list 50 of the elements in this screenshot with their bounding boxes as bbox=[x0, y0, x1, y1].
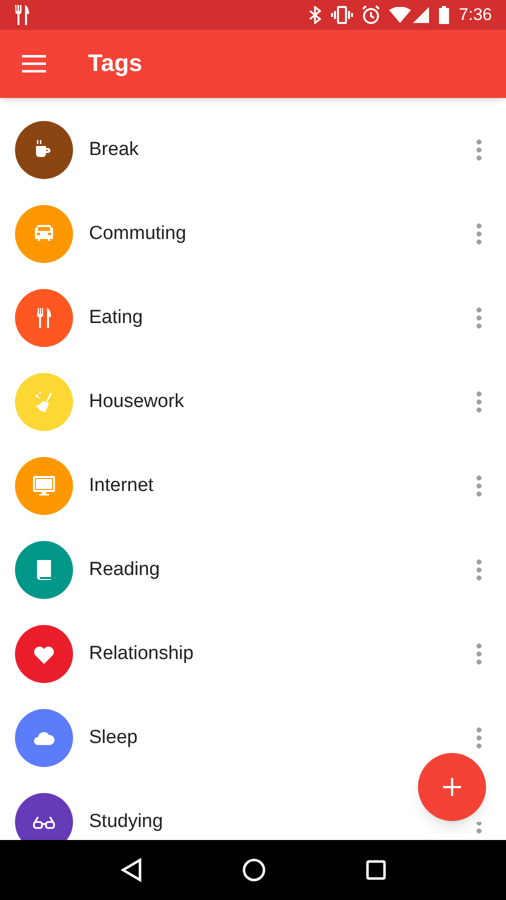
tag-label: Reading bbox=[89, 558, 161, 582]
more-icon bbox=[476, 391, 482, 413]
more-button[interactable] bbox=[474, 390, 484, 414]
menu-icon bbox=[22, 55, 46, 73]
more-button[interactable] bbox=[474, 726, 484, 750]
more-button[interactable] bbox=[474, 558, 484, 582]
battery-icon bbox=[438, 6, 449, 24]
tag-row[interactable]: Housework bbox=[0, 360, 506, 444]
recents-icon bbox=[366, 860, 386, 880]
wifi-icon bbox=[388, 7, 411, 23]
more-button[interactable] bbox=[474, 306, 484, 330]
screen-title: Tags bbox=[88, 49, 142, 79]
tag-label: Eating bbox=[89, 306, 144, 330]
tag-row[interactable]: Reading bbox=[0, 528, 506, 612]
home-icon bbox=[242, 858, 266, 882]
tag-row[interactable]: Eating bbox=[0, 276, 506, 360]
more-icon bbox=[476, 559, 482, 581]
more-button[interactable] bbox=[474, 642, 484, 666]
more-button[interactable] bbox=[474, 138, 484, 162]
vibrate-icon bbox=[330, 6, 353, 24]
more-icon bbox=[476, 475, 482, 497]
tag-row[interactable]: Break bbox=[0, 108, 506, 192]
more-button[interactable] bbox=[474, 474, 484, 498]
back-button[interactable] bbox=[120, 858, 142, 882]
tag-label: Housework bbox=[89, 390, 186, 414]
more-icon bbox=[476, 223, 482, 245]
tag-label: Sleep bbox=[89, 726, 139, 750]
more-icon bbox=[476, 727, 482, 749]
tag-label: Internet bbox=[89, 474, 154, 498]
tag-row[interactable]: Relationship bbox=[0, 612, 506, 696]
alarm-icon bbox=[360, 5, 381, 25]
more-icon bbox=[476, 643, 482, 665]
tag-label: Relationship bbox=[89, 642, 195, 666]
bluetooth-icon bbox=[308, 6, 321, 24]
more-icon bbox=[476, 307, 482, 329]
status-time: 7:36 bbox=[458, 4, 492, 26]
back-icon bbox=[120, 858, 142, 882]
home-button[interactable] bbox=[242, 858, 266, 882]
tag-row[interactable]: Commuting bbox=[0, 192, 506, 276]
cutlery-icon bbox=[14, 5, 30, 25]
plus-icon bbox=[443, 778, 461, 796]
more-button[interactable] bbox=[474, 222, 484, 246]
signal-icon bbox=[412, 7, 429, 23]
tag-row[interactable]: Internet bbox=[0, 444, 506, 528]
more-button[interactable] bbox=[474, 822, 484, 834]
tag-label: Studying bbox=[89, 810, 164, 834]
recents-button[interactable] bbox=[366, 860, 386, 880]
tag-label: Commuting bbox=[89, 222, 188, 246]
more-icon bbox=[476, 139, 482, 161]
tag-label: Break bbox=[89, 138, 140, 162]
